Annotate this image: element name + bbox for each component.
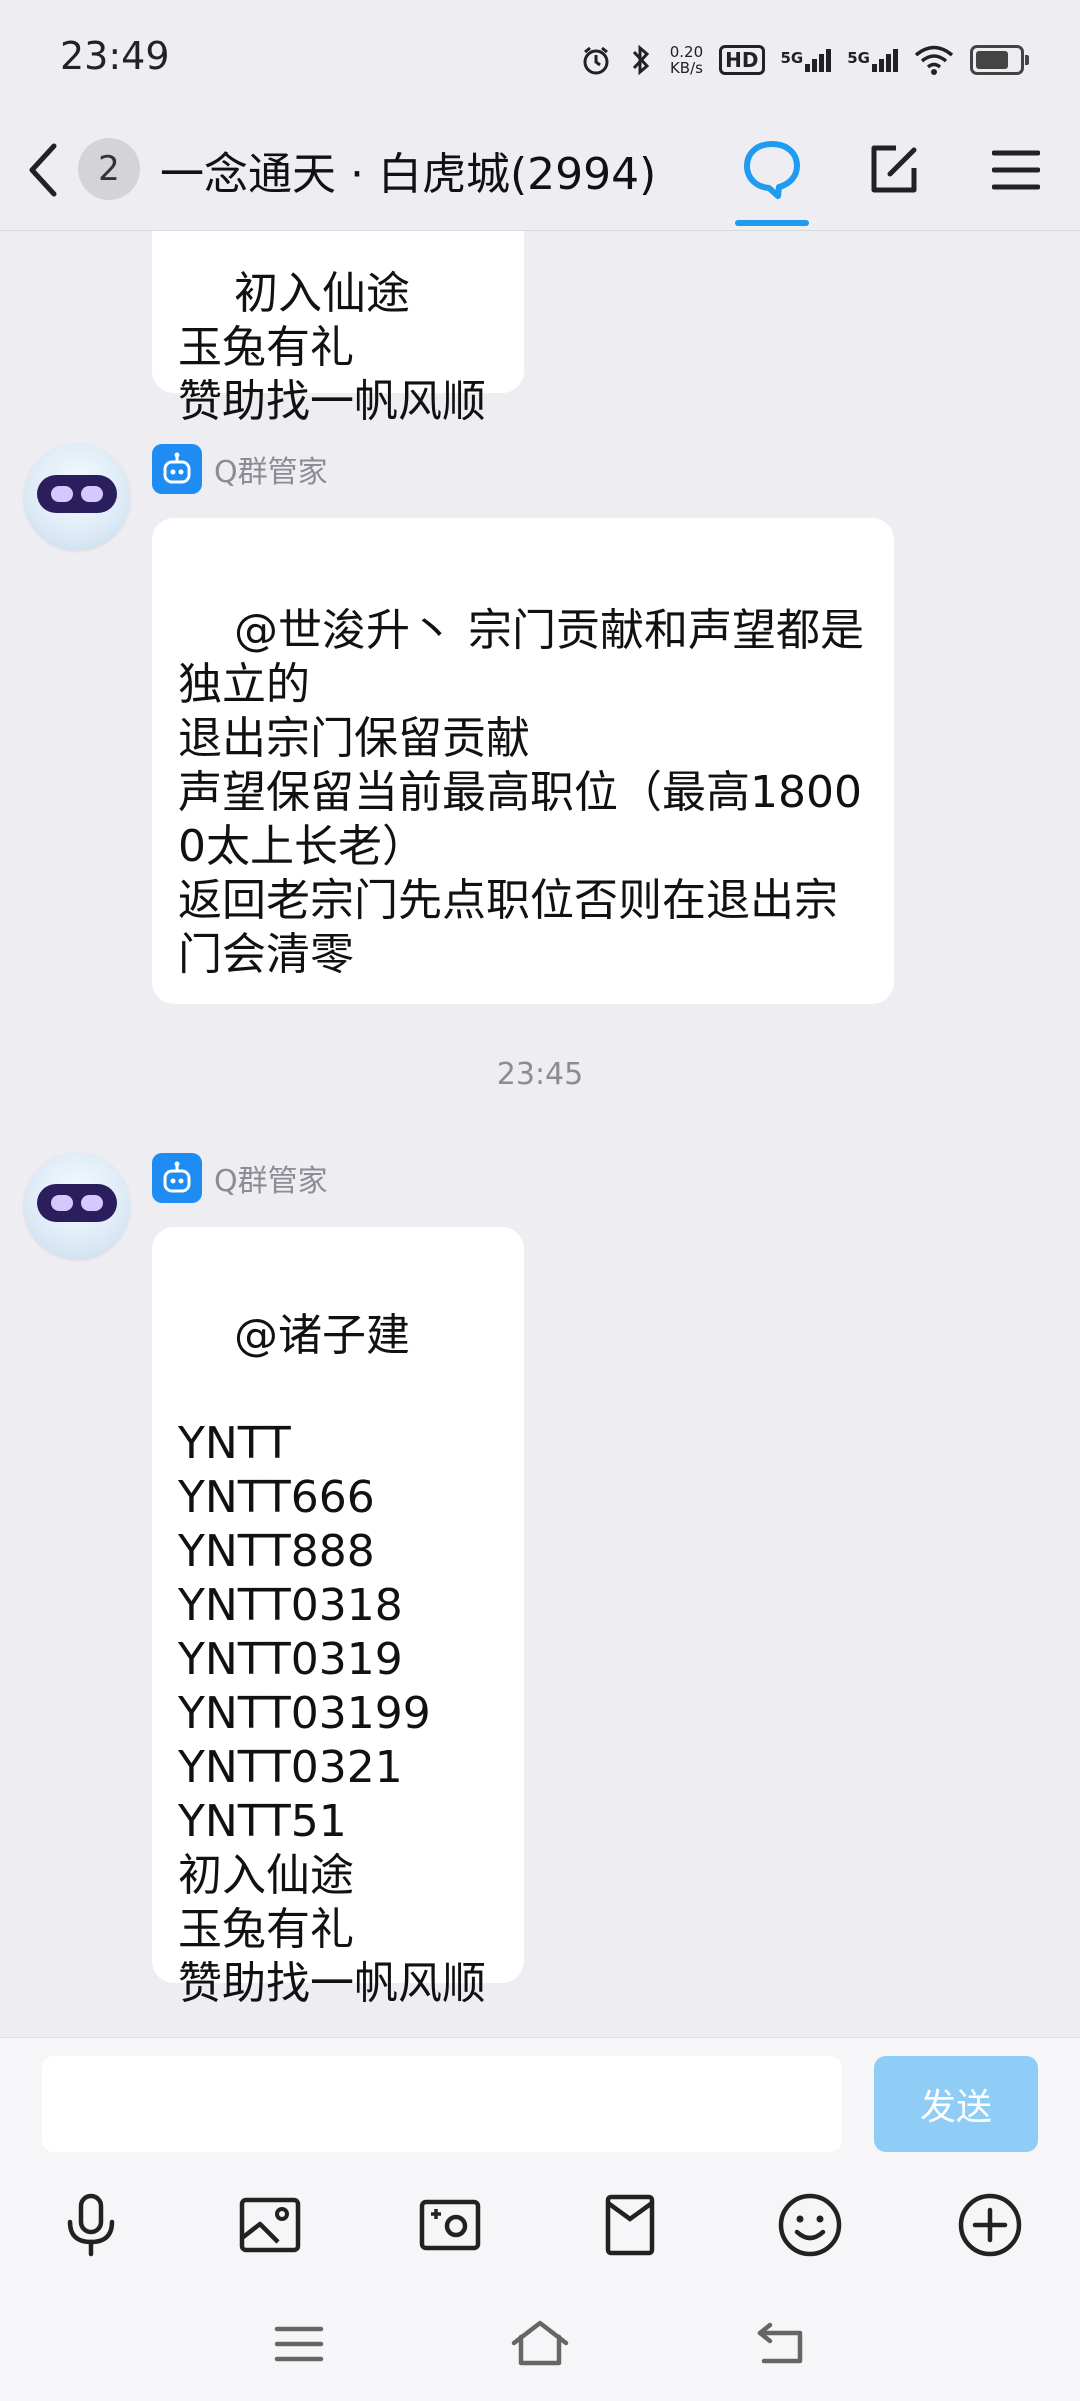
avatar[interactable] bbox=[24, 1153, 130, 1259]
nav-home-button[interactable] bbox=[495, 2304, 585, 2384]
chat-bubble-icon bbox=[744, 141, 800, 199]
back-button[interactable]: 2 bbox=[26, 130, 146, 210]
avatar[interactable] bbox=[24, 444, 130, 550]
message-text: @世浚升丶 宗门贡献和声望都是独立的 退出宗门保留贡献 声望保留当前最高职位（最… bbox=[178, 605, 864, 980]
message-text: @诸子建 YNTT YNTT666 YNTT888 YNTT0318 YNTT0… bbox=[178, 1310, 486, 2009]
unread-count-badge: 2 bbox=[78, 138, 140, 200]
signal-5g-2-icon: 5G bbox=[847, 48, 898, 72]
sender-name: Q群管家 bbox=[214, 1164, 328, 1199]
status-icons: 0.20 KB/s HD 5G 5G bbox=[580, 38, 1029, 82]
chevron-left-icon bbox=[29, 143, 57, 197]
sender-row: Q群管家 bbox=[152, 1153, 328, 1203]
message-list[interactable]: 初入仙途 玉兔有礼 赞助找一帆风顺 Q群管家 @世浚升丶 宗门贡献和声望都是独立… bbox=[0, 231, 1080, 2037]
message-bubble[interactable]: @诸子建 YNTT YNTT666 YNTT888 YNTT0318 YNTT0… bbox=[152, 1227, 524, 2009]
emoji-icon bbox=[778, 2193, 842, 2257]
emoji-button[interactable] bbox=[765, 2180, 855, 2270]
message-bubble[interactable]: 初入仙途 玉兔有礼 赞助找一帆风顺 bbox=[152, 231, 524, 427]
battery-icon bbox=[970, 45, 1029, 75]
bluetooth-icon bbox=[632, 44, 649, 76]
message-input[interactable] bbox=[42, 2056, 842, 2152]
back-icon bbox=[757, 2322, 803, 2364]
image-button[interactable] bbox=[225, 2180, 315, 2270]
net-speed: 0.20 KB/s bbox=[669, 43, 704, 77]
more-button[interactable] bbox=[945, 2180, 1035, 2270]
chat-tab[interactable] bbox=[736, 134, 808, 206]
nav-menu-button[interactable] bbox=[254, 2304, 344, 2384]
robot-icon bbox=[152, 1153, 202, 1203]
message-text: 初入仙途 玉兔有礼 赞助找一帆风顺 bbox=[178, 268, 486, 427]
chat-header: 2 一念通天 · 白虎城(2994) bbox=[0, 120, 1080, 231]
message-bubble[interactable]: @世浚升丶 宗门贡献和声望都是独立的 退出宗门保留贡献 声望保留当前最高职位（最… bbox=[152, 518, 894, 1004]
chat-title[interactable]: 一念通天 · 白虎城(2994) bbox=[160, 138, 656, 202]
edit-icon bbox=[871, 145, 917, 193]
nav-back-button[interactable] bbox=[736, 2304, 826, 2384]
menu-button[interactable] bbox=[980, 134, 1052, 206]
camera-icon bbox=[419, 2199, 481, 2251]
input-bar: 发送 bbox=[0, 2037, 1080, 2401]
red-packet-button[interactable] bbox=[585, 2180, 675, 2270]
edit-button[interactable] bbox=[858, 134, 930, 206]
robot-icon bbox=[152, 444, 202, 494]
red-packet-icon bbox=[605, 2194, 655, 2256]
hd-voice-badge: HD bbox=[719, 45, 765, 75]
sender-name: Q群管家 bbox=[214, 455, 328, 490]
hamburger-menu-icon bbox=[992, 150, 1040, 190]
wifi-icon bbox=[914, 45, 954, 75]
alarm-icon bbox=[583, 46, 609, 75]
voice-button[interactable] bbox=[46, 2180, 136, 2270]
status-bar: 23:49 0.20 KB/s HD 5G 5G bbox=[0, 0, 1080, 120]
status-time: 23:49 bbox=[60, 34, 170, 78]
plus-icon bbox=[958, 2193, 1022, 2257]
image-icon bbox=[239, 2197, 301, 2253]
microphone-icon bbox=[67, 2193, 115, 2257]
home-icon bbox=[511, 2320, 569, 2366]
battery-fill bbox=[976, 51, 1008, 69]
send-button[interactable]: 发送 bbox=[874, 2056, 1038, 2152]
sender-row: Q群管家 bbox=[152, 444, 328, 494]
active-tab-indicator bbox=[735, 220, 809, 226]
time-divider: 23:45 bbox=[496, 1057, 584, 1092]
signal-5g-1-icon: 5G bbox=[781, 48, 832, 72]
menu-icon bbox=[274, 2326, 324, 2362]
camera-button[interactable] bbox=[405, 2180, 495, 2270]
